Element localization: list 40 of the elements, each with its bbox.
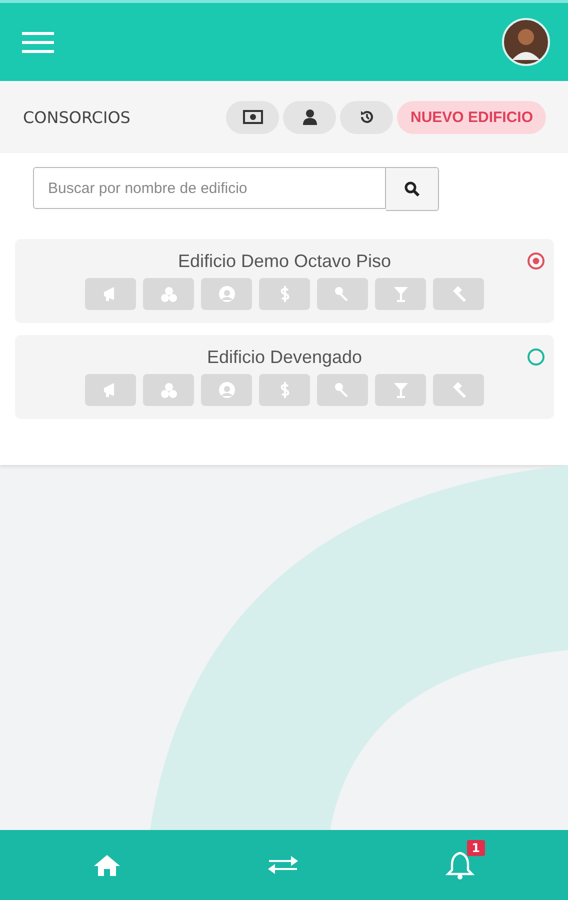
coins-button[interactable] (143, 278, 194, 310)
banknote-icon (242, 110, 263, 124)
bell-icon[interactable] (445, 850, 475, 880)
building-name: Edificio Demo Octavo Piso (178, 251, 392, 272)
user-button[interactable] (283, 100, 336, 134)
support-button[interactable] (201, 374, 252, 406)
coins-icon (158, 381, 178, 399)
support-icon (216, 285, 236, 303)
history-button[interactable] (340, 100, 394, 134)
section-title: CONSORCIOS (23, 108, 130, 126)
history-icon (358, 109, 375, 125)
home-icon[interactable] (93, 853, 121, 877)
notification-badge: 1 (466, 840, 485, 856)
key-button[interactable] (317, 374, 368, 406)
support-button[interactable] (201, 278, 252, 310)
swap-arrows-icon[interactable] (267, 853, 299, 877)
building-card[interactable]: Edificio Devengado (15, 335, 554, 419)
key-button[interactable] (317, 278, 368, 310)
radio-icon[interactable] (527, 348, 545, 366)
gavel-button[interactable] (433, 374, 484, 406)
glass-button[interactable] (375, 278, 426, 310)
building-card[interactable]: Edificio Demo Octavo Piso (15, 239, 554, 323)
megaphone-button[interactable] (85, 374, 136, 406)
building-name: Edificio Devengado (206, 347, 362, 368)
dollar-button[interactable] (259, 278, 310, 310)
megaphone-button[interactable] (85, 278, 136, 310)
search-icon (404, 181, 420, 197)
glass-button[interactable] (375, 374, 426, 406)
selected-radio-icon[interactable] (527, 252, 545, 270)
coins-icon (158, 285, 178, 303)
search-button[interactable] (386, 167, 439, 211)
avatar-icon[interactable] (502, 18, 550, 66)
money-button[interactable] (226, 100, 280, 134)
gavel-button[interactable] (433, 278, 484, 310)
coins-button[interactable] (143, 374, 194, 406)
menu-icon[interactable] (22, 30, 54, 54)
support-icon (216, 381, 236, 399)
user-icon (302, 109, 317, 125)
dollar-button[interactable] (259, 374, 310, 406)
search-field[interactable]: Buscar por nombre de edificio (33, 167, 386, 209)
